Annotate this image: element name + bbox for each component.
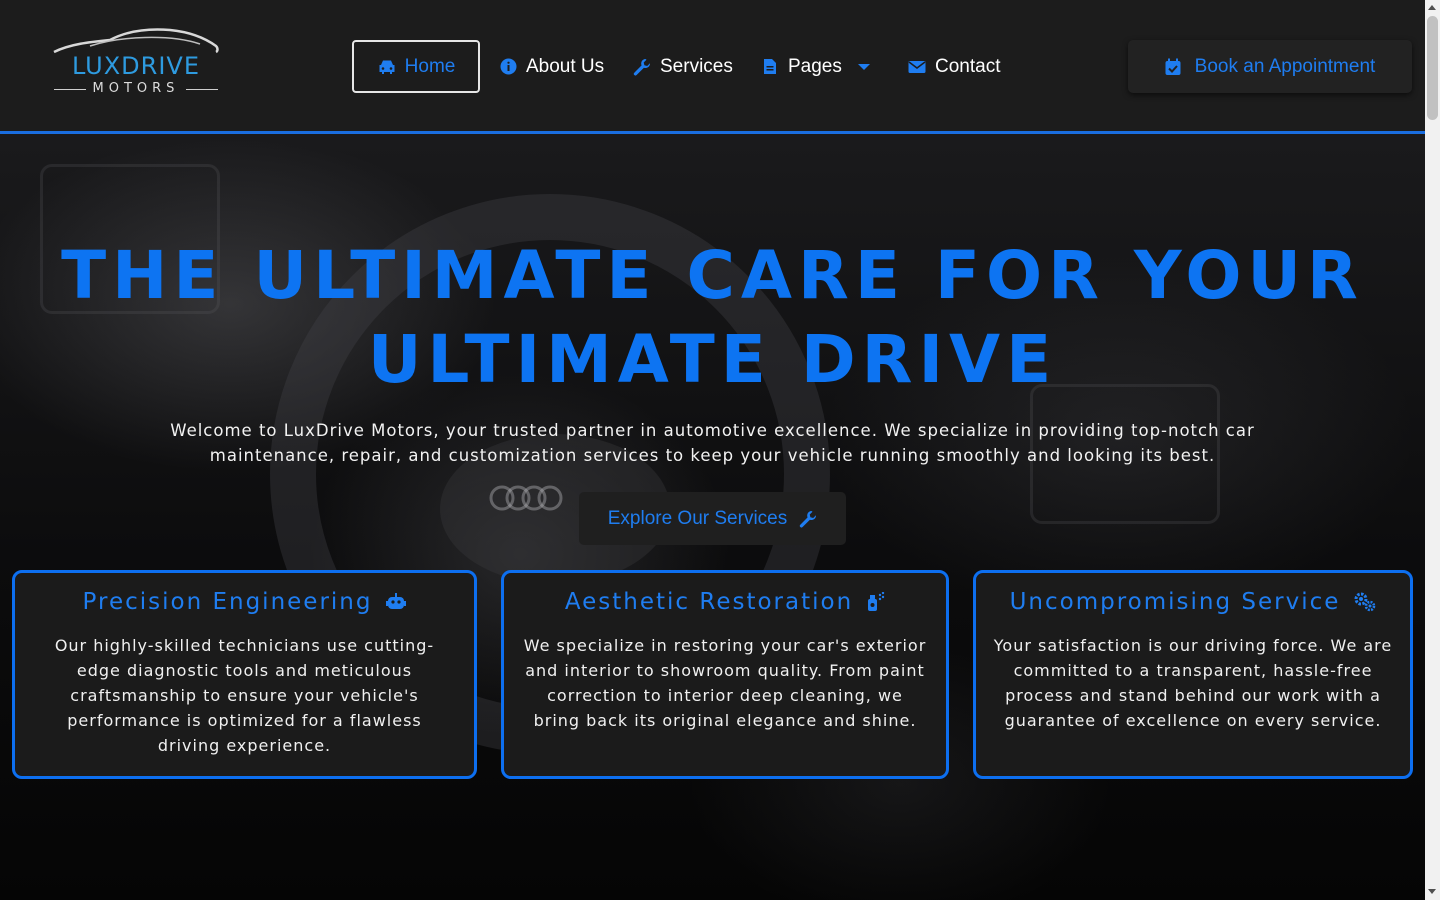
card-title-text: Aesthetic Restoration — [564, 589, 854, 615]
nav-services-label: Services — [660, 55, 733, 77]
hero-title-line1: THE ULTIMATE CARE FOR YOUR — [61, 237, 1364, 314]
nav-pages[interactable]: Pages — [760, 40, 870, 93]
card-text: We specialize in restoring your car's ex… — [523, 636, 927, 730]
brand-sub: MOTORS — [92, 81, 180, 96]
envelope-icon — [907, 57, 927, 77]
card-text: Your satisfaction is our driving force. … — [993, 636, 1393, 730]
hero-title-line2: ULTIMATE DRIVE — [367, 321, 1058, 398]
info-circle-icon — [498, 57, 518, 77]
card-title: Aesthetic Restoration — [504, 585, 946, 619]
card-text: Our highly-skilled technicians use cutti… — [54, 636, 435, 755]
nav-about-label: About Us — [526, 55, 605, 77]
brand-name: LUXDRIVE — [72, 52, 200, 80]
hero-section: THE ULTIMATE CARE FOR YOUR ULTIMATE DRIV… — [0, 134, 1425, 900]
feature-card-service: Uncompromising Service Your satisfaction… — [973, 570, 1413, 779]
scrollbar-thumb[interactable] — [1427, 16, 1438, 120]
gears-icon — [1354, 592, 1376, 612]
explore-services-button[interactable]: Explore Our Services — [579, 492, 846, 545]
audi-rings-logo — [489, 485, 563, 511]
calendar-check-icon — [1165, 58, 1181, 76]
nav-home-label: Home — [404, 55, 456, 77]
card-title-text: Uncompromising Service — [1009, 589, 1341, 615]
nav-contact-label: Contact — [935, 55, 1001, 77]
card-title: Precision Engineering — [15, 585, 474, 619]
scroll-up-arrow-icon[interactable] — [1428, 5, 1436, 10]
book-appointment-label: Book an Appointment — [1194, 55, 1376, 77]
card-title: Uncompromising Service — [976, 585, 1410, 619]
feature-card-precision: Precision Engineering Our highly-skilled… — [12, 570, 477, 779]
card-title-text: Precision Engineering — [82, 589, 373, 615]
page-scrollbar[interactable] — [1425, 0, 1440, 900]
hero-intro-text: Welcome to LuxDrive Motors, your trusted… — [170, 421, 1255, 465]
nav-contact[interactable]: Contact — [907, 40, 1000, 93]
explore-services-label: Explore Our Services — [607, 507, 788, 529]
scroll-down-arrow-icon[interactable] — [1428, 889, 1436, 894]
wrench-icon — [799, 510, 817, 528]
hero-title: THE ULTIMATE CARE FOR YOUR ULTIMATE DRIV… — [0, 234, 1425, 402]
nav-services[interactable]: Services — [632, 40, 733, 93]
brand-logo[interactable]: LUXDRIVE MOTORS — [50, 26, 222, 102]
nav-home[interactable]: Home — [352, 40, 480, 93]
book-appointment-button[interactable]: Book an Appointment — [1128, 40, 1412, 93]
nav-pages-label: Pages — [788, 55, 842, 77]
robot-icon — [386, 593, 407, 611]
spray-can-icon — [867, 592, 885, 612]
car-icon — [377, 57, 397, 77]
chevron-down-icon — [857, 63, 870, 71]
feature-card-restoration: Aesthetic Restoration We specialize in r… — [501, 570, 949, 779]
document-icon — [760, 57, 780, 77]
nav-about[interactable]: About Us — [498, 40, 604, 93]
wrench-icon — [632, 57, 652, 77]
site-header: LUXDRIVE MOTORS Home About Us Services P… — [0, 0, 1425, 134]
